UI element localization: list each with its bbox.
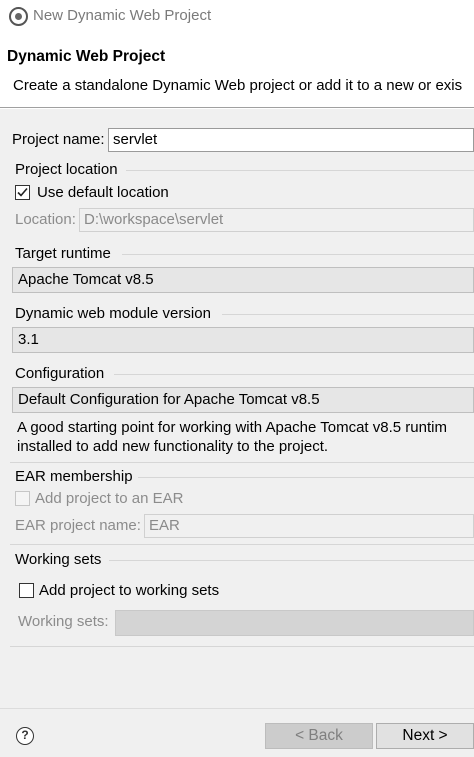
group-separator [114, 374, 474, 375]
use-default-location-label: Use default location [37, 184, 169, 201]
page-description: Create a standalone Dynamic Web project … [13, 77, 463, 94]
group-separator [109, 560, 474, 561]
add-to-working-sets-label: Add project to working sets [39, 582, 220, 599]
next-button[interactable]: Next > [376, 723, 474, 749]
module-version-group-label: Dynamic web module version [15, 305, 211, 322]
working-sets-select [115, 610, 474, 636]
ear-project-name-input: EAR [144, 514, 474, 538]
wizard-header [0, 33, 474, 107]
working-sets-group-label: Working sets [15, 551, 102, 568]
page-title: Dynamic Web Project [7, 48, 166, 65]
ear-membership-group-label: EAR membership [15, 468, 133, 485]
group-separator [10, 544, 474, 545]
working-sets-label: Working sets: [18, 613, 109, 630]
configuration-select[interactable]: Default Configuration for Apache Tomcat … [12, 387, 474, 413]
group-separator [122, 254, 474, 255]
eclipse-icon [9, 7, 28, 26]
target-runtime-group-label: Target runtime [15, 245, 111, 262]
configuration-group-label: Configuration [15, 365, 105, 382]
window-title: New Dynamic Web Project [33, 7, 212, 24]
add-to-ear-label: Add project to an EAR [35, 490, 184, 507]
checkmark-icon [17, 187, 28, 197]
group-separator [126, 170, 474, 171]
group-separator [222, 314, 474, 315]
add-to-working-sets-checkbox[interactable] [19, 583, 34, 598]
back-button[interactable]: < Back [265, 723, 373, 749]
help-icon[interactable]: ? [16, 727, 34, 745]
group-separator [10, 646, 474, 647]
add-to-ear-checkbox [15, 491, 30, 506]
location-input: D:\workspace\servlet [79, 208, 474, 232]
use-default-location-checkbox[interactable] [15, 185, 30, 200]
target-runtime-select[interactable]: Apache Tomcat v8.5 [12, 267, 474, 293]
ear-project-name-label: EAR project name: [15, 517, 141, 534]
header-divider-highlight [0, 108, 474, 109]
configuration-description-line1: A good starting point for working with A… [17, 419, 447, 436]
footer-divider [0, 708, 474, 709]
module-version-select[interactable]: 3.1 [12, 327, 474, 353]
group-separator [10, 462, 474, 463]
group-separator [138, 477, 474, 478]
location-label: Location: [15, 211, 76, 228]
project-location-group-label: Project location [15, 161, 118, 178]
project-name-input[interactable]: servlet [108, 128, 474, 152]
project-name-label: Project name: [12, 131, 105, 148]
configuration-description-line2: installed to add new functionality to th… [17, 438, 329, 455]
